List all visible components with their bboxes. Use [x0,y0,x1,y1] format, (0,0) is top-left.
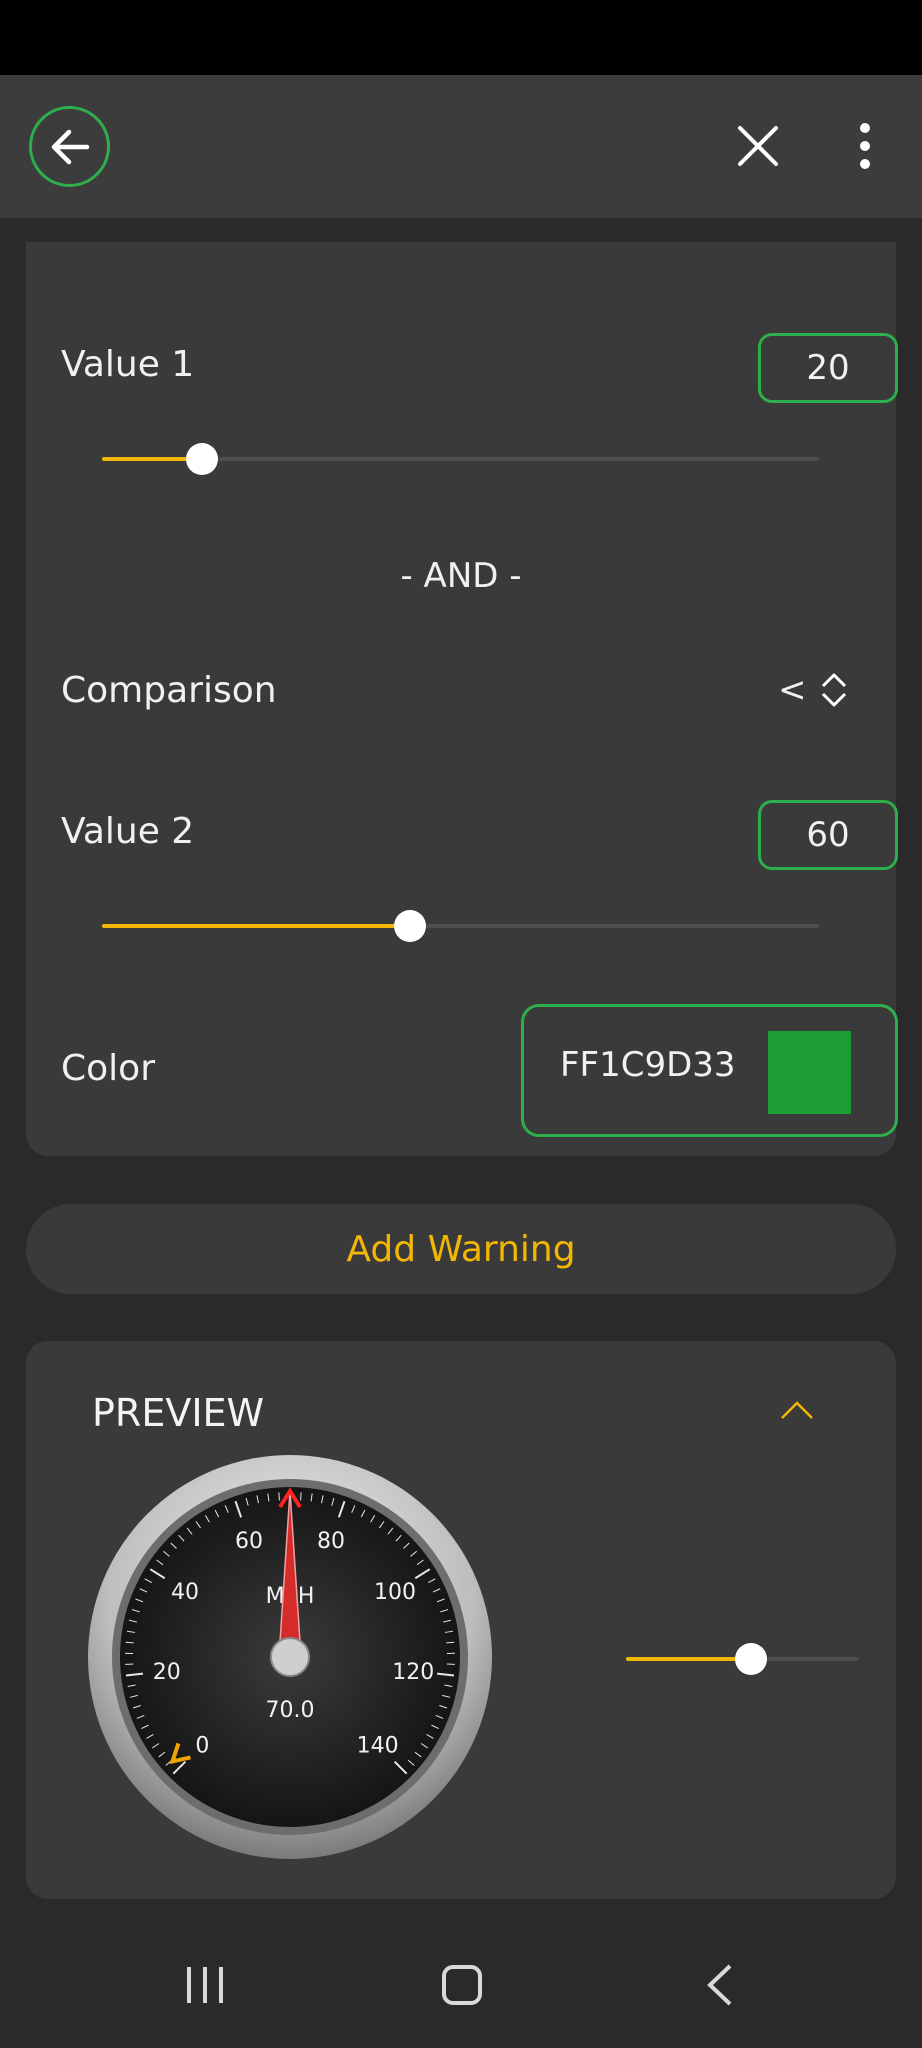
close-icon [738,126,778,166]
preview-card: PREVIEW 020406080100120140 MPH 70.0 [26,1341,896,1899]
home-icon [442,1965,482,2005]
value2-label: Value 2 [61,811,195,852]
add-warning-button[interactable]: Add Warning [26,1204,896,1294]
gauge-tick-label: 60 [235,1529,263,1554]
value1-slider-thumb[interactable] [186,443,218,475]
chevron-up-icon [781,1401,813,1419]
comparison-value: < [778,670,807,710]
gauge-hub [270,1637,310,1677]
and-separator: - AND - [400,556,522,596]
gauge-tick-label: 0 [195,1734,209,1759]
value1-input[interactable]: 20 [758,333,898,403]
value2-slider-thumb[interactable] [394,910,426,942]
gauge-tick-label: 120 [392,1660,434,1685]
value2-input[interactable]: 60 [758,800,898,870]
color-label: Color [61,1048,155,1089]
gauge-tick-label: 80 [317,1529,345,1554]
preview-slider-fill [626,1657,751,1661]
value2-slider-fill [102,924,410,928]
close-button[interactable] [730,118,786,174]
status-bar [0,0,922,75]
comparison-select[interactable]: < [778,670,847,710]
gauge-tick-label: 20 [153,1660,181,1685]
gauge-tick [300,1492,302,1501]
gauge-tick-label: 40 [171,1580,199,1605]
recent-apps-icon [187,1967,223,2003]
more-vertical-icon [860,123,870,169]
speedometer-gauge: 020406080100120140 MPH 70.0 [88,1455,492,1859]
arrow-left-icon [51,129,89,164]
preview-slider-thumb[interactable] [735,1643,767,1675]
more-options-button[interactable] [840,118,890,174]
value1-label: Value 1 [61,344,195,385]
gauge-tick-label: 140 [357,1734,399,1759]
gauge-tick [278,1492,280,1501]
home-button[interactable] [422,1950,502,2020]
chevron-up-down-icon [821,673,846,707]
color-hex-value: FF1C9D33 [560,1045,736,1085]
back-chevron-icon [707,1964,732,2006]
comparison-label: Comparison [61,670,277,711]
back-button[interactable] [29,106,110,187]
gauge-tick-label: 100 [374,1580,416,1605]
back-nav-button[interactable] [680,1950,760,2020]
color-swatch [768,1031,851,1114]
gauge-readout: 70.0 [266,1698,315,1723]
preview-title: PREVIEW [92,1391,265,1435]
recent-apps-button[interactable] [165,1950,245,2020]
collapse-button[interactable] [777,1395,817,1425]
color-field[interactable]: FF1C9D33 [521,1004,898,1137]
